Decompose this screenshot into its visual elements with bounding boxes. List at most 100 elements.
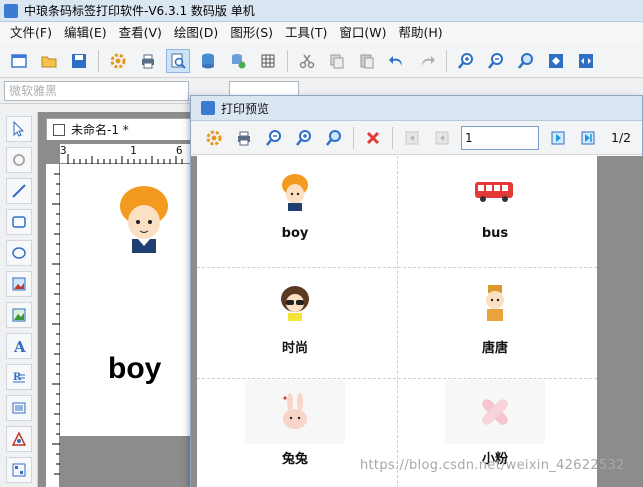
rotate-tool[interactable] — [6, 147, 32, 173]
document-tab[interactable]: 未命名-1 * — [46, 118, 196, 140]
picture-icon — [12, 308, 26, 322]
undo-button[interactable] — [385, 49, 409, 73]
boy-avatar-icon[interactable] — [116, 184, 176, 254]
fit-width-button[interactable] — [574, 49, 598, 73]
last-page-button[interactable] — [576, 126, 600, 150]
next-page-button[interactable] — [546, 126, 570, 150]
menu-file[interactable]: 文件(F) — [4, 22, 58, 44]
ellipse-tool[interactable] — [6, 240, 32, 266]
toolbar-separator — [287, 49, 288, 72]
document-icon — [53, 123, 65, 136]
line-tool[interactable] — [6, 178, 32, 204]
select-tool[interactable] — [6, 116, 32, 142]
fashion-girl-icon — [281, 286, 309, 321]
fit-width-icon — [579, 53, 593, 68]
richtext-tool[interactable]: R — [6, 364, 32, 390]
preview-zoom-out-button[interactable] — [262, 126, 286, 150]
grid-button[interactable] — [256, 49, 280, 73]
canvas-text[interactable]: boy — [108, 352, 161, 386]
cut-button[interactable] — [295, 49, 319, 73]
copy-button[interactable] — [325, 49, 349, 73]
prev-page-icon — [435, 131, 449, 144]
document-area: 未命名-1 * 3 1 6 boy — [38, 112, 198, 487]
zoom-icon — [518, 52, 533, 69]
print-button[interactable] — [136, 49, 160, 73]
print-icon — [238, 131, 250, 145]
toolbar-separator — [392, 126, 393, 149]
preview-settings-button[interactable] — [202, 126, 226, 150]
zoom-out-icon — [488, 52, 503, 69]
zoom-out-button[interactable] — [484, 49, 508, 73]
ellipse-icon — [12, 247, 26, 259]
save-button[interactable] — [67, 49, 91, 73]
picture-tool[interactable] — [6, 302, 32, 328]
database-button[interactable] — [196, 49, 220, 73]
preview-close-button[interactable] — [361, 126, 385, 150]
settings-button[interactable] — [106, 49, 130, 73]
document-tab-title: 未命名-1 * — [71, 123, 129, 137]
paste-button[interactable] — [355, 49, 379, 73]
cell-label: 时尚 — [281, 341, 308, 356]
close-icon — [366, 131, 380, 144]
zoom-in-icon — [296, 129, 311, 146]
preview-zoom-in-button[interactable] — [292, 126, 316, 150]
copy-icon — [330, 54, 344, 68]
shape-tool[interactable] — [6, 426, 32, 452]
vertical-ruler-ticks — [52, 173, 60, 475]
preview-title: 打印预览 — [221, 101, 270, 116]
zoom-in-button[interactable] — [454, 49, 478, 73]
cell-image — [465, 273, 525, 333]
print-preview-button[interactable] — [166, 48, 190, 73]
new-icon — [11, 53, 27, 68]
database-settings-button[interactable] — [226, 49, 250, 73]
save-icon — [72, 53, 86, 68]
first-page-button[interactable] — [400, 126, 424, 150]
barcode-tool[interactable] — [6, 395, 32, 421]
preview-cell: 唐唐 — [397, 267, 593, 377]
menu-tools[interactable]: 工具(T) — [279, 22, 333, 44]
main-toolbar — [0, 44, 643, 78]
new-button[interactable] — [7, 49, 31, 73]
text-tool[interactable]: A — [6, 333, 32, 359]
cell-label: boy — [281, 226, 309, 241]
page-number-input[interactable]: 1 — [461, 125, 539, 150]
vertical-ruler — [46, 164, 60, 487]
zoom-button[interactable] — [514, 49, 538, 73]
prev-page-button[interactable] — [430, 126, 454, 150]
pink-bandage-icon — [482, 399, 508, 425]
fit-page-button[interactable] — [544, 49, 568, 73]
menu-help[interactable]: 帮助(H) — [393, 22, 449, 44]
open-button[interactable] — [37, 49, 61, 73]
line-icon — [12, 184, 26, 198]
toolbar-separator — [98, 49, 99, 72]
preview-zoom-button[interactable] — [322, 126, 346, 150]
app-icon — [4, 3, 18, 18]
settings-icon — [206, 130, 222, 145]
window-title: 中琅条码标签打印软件-V6.3.1 数码版 单机 — [24, 4, 255, 18]
menu-edit[interactable]: 编辑(E) — [58, 22, 113, 44]
pointer-icon — [13, 121, 25, 137]
qrcode-tool[interactable] — [6, 457, 32, 483]
next-page-icon — [551, 131, 565, 144]
menu-window[interactable]: 窗口(W) — [333, 22, 392, 44]
barcode-icon — [12, 402, 26, 414]
zoom-in-icon — [458, 52, 473, 69]
menu-draw[interactable]: 绘图(D) — [168, 22, 224, 44]
menu-shape[interactable]: 图形(S) — [224, 22, 279, 44]
redo-button[interactable] — [415, 49, 439, 73]
preview-page: boy bus 时尚 唐唐 兔兔 小粉 — [197, 156, 597, 487]
menu-view[interactable]: 查看(V) — [113, 22, 168, 44]
cell-image — [465, 162, 525, 222]
cut-icon — [299, 54, 315, 68]
preview-toolbar: 1 1/2 — [191, 121, 642, 155]
rect-tool[interactable] — [6, 209, 32, 235]
paste-icon — [360, 54, 374, 68]
rabbit-icon — [283, 393, 307, 429]
label-canvas[interactable]: boy — [60, 164, 198, 436]
print-preview-window: 打印预览 1 1/2 boy bus 时尚 唐唐 兔兔 小粉 — [190, 95, 643, 487]
rectangle-icon — [12, 216, 26, 228]
preview-print-button[interactable] — [232, 126, 256, 150]
font-family-select[interactable]: 微软雅黑 — [4, 80, 189, 101]
open-icon — [41, 56, 57, 67]
image-tool[interactable] — [6, 271, 32, 297]
